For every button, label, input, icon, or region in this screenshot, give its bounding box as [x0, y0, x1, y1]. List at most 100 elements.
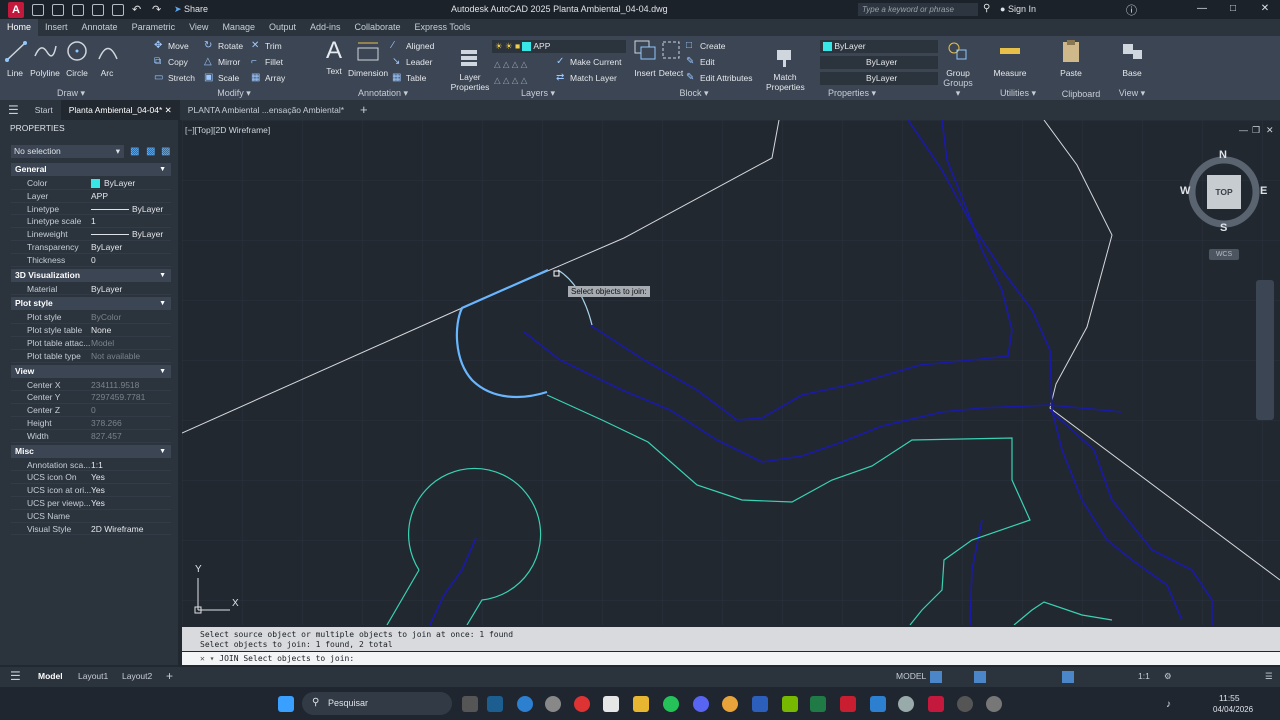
match-layer-tool[interactable]: ⇄ Match Layer — [556, 71, 617, 85]
chrome-icon[interactable] — [722, 696, 738, 712]
dimension-tool[interactable]: Dimension — [348, 38, 388, 78]
polyline-tool[interactable]: Polyline — [29, 38, 61, 78]
property-row[interactable]: Visual Style 2D Wireframe — [11, 523, 171, 536]
array-tool[interactable]: ▦ Array — [251, 71, 285, 85]
annotation-panel-title[interactable]: Annotation ▾ — [320, 88, 446, 99]
property-row[interactable]: Linetype ByLayer — [11, 203, 171, 216]
property-value[interactable]: Model — [91, 337, 114, 350]
wcs-menu[interactable]: WCS — [1209, 249, 1239, 260]
property-value[interactable]: ByLayer — [91, 228, 163, 241]
workspace-gear-icon[interactable]: ⚙ — [1164, 671, 1172, 682]
close-tab-icon[interactable]: ✕ — [165, 105, 172, 115]
property-row[interactable]: Thickness 0 — [11, 254, 171, 267]
collapse-icon[interactable]: ▼ — [159, 163, 166, 176]
property-row[interactable]: Layer APP — [11, 190, 171, 203]
file-explorer-icon[interactable] — [633, 696, 649, 712]
windows-start-icon[interactable] — [278, 696, 294, 712]
discord-icon[interactable] — [693, 696, 709, 712]
taskbar-clock[interactable]: 11:55 — [1219, 693, 1240, 703]
microphone-icon[interactable]: ♪ — [1166, 699, 1171, 710]
property-value[interactable]: ByLayer — [91, 203, 163, 216]
property-row[interactable]: Center Y 7297459.7781 — [11, 391, 171, 405]
copy-tool[interactable]: ⧉ Copy — [154, 55, 188, 69]
app-icon-2[interactable] — [870, 696, 886, 712]
property-value[interactable]: Yes — [91, 497, 105, 510]
selection-dropdown[interactable]: No selection ▾ — [11, 145, 124, 158]
clipboard-panel-title[interactable]: Clipboard — [1052, 89, 1110, 99]
tab-model[interactable]: Model — [38, 671, 63, 681]
collapse-icon[interactable]: ▼ — [159, 365, 166, 378]
property-value[interactable]: Yes — [91, 484, 105, 497]
property-value[interactable]: ByLayer — [91, 241, 122, 254]
base-view-tool[interactable]: Base — [1116, 38, 1148, 78]
open-file-icon[interactable] — [52, 3, 64, 16]
viewport-minimize-icon[interactable]: — — [1239, 125, 1248, 135]
ortho-toggle-icon[interactable] — [974, 671, 986, 683]
close-button[interactable]: ✕ — [1258, 3, 1272, 15]
toggle-pickadd-icon[interactable]: ▩ — [130, 146, 139, 157]
tab-layout2[interactable]: Layout2 — [122, 671, 152, 681]
scale-tool[interactable]: ▣ Scale — [204, 71, 239, 85]
tab-add-ins[interactable]: Add-ins — [303, 19, 348, 36]
measure-tool[interactable]: Measure — [990, 38, 1030, 78]
property-value[interactable]: 234111.9518 — [91, 379, 139, 392]
viewcube-top-face[interactable]: TOP — [1207, 175, 1241, 209]
edit-block-tool[interactable]: ✎ Edit — [686, 55, 715, 69]
compass-west[interactable]: W — [1180, 185, 1190, 197]
excel-icon[interactable] — [810, 696, 826, 712]
share-button[interactable]: ➤ Share — [174, 4, 208, 15]
section-misc[interactable]: Misc ▼ — [11, 444, 171, 458]
property-value[interactable]: 827.457 — [91, 430, 122, 443]
word-icon[interactable] — [752, 696, 768, 712]
taskbar-search[interactable]: ⚲ Pesquisar — [302, 692, 452, 715]
command-menu-icon[interactable]: ✕ ▾ — [200, 654, 214, 663]
tab-view[interactable]: View — [182, 19, 215, 36]
epic-games-icon[interactable] — [462, 696, 478, 712]
section-general[interactable]: General ▼ — [11, 163, 171, 176]
mirror-tool[interactable]: △ Mirror — [204, 55, 240, 69]
property-row[interactable]: Plot table type Not available — [11, 350, 171, 363]
linetype-dropdown[interactable]: ByLayer — [820, 56, 938, 69]
whatsapp-icon[interactable] — [663, 696, 679, 712]
property-value[interactable]: ByLayer — [91, 283, 122, 296]
layer-tools-row-2[interactable]: △ △ △ △ — [494, 73, 527, 87]
property-row[interactable]: Plot table attac... Model — [11, 337, 171, 350]
navigation-bar[interactable] — [1256, 280, 1274, 420]
property-value[interactable]: 0 — [91, 254, 96, 267]
property-row[interactable]: Linetype scale 1 — [11, 215, 171, 229]
property-row[interactable]: Transparency ByLayer — [11, 241, 171, 254]
edge-icon[interactable] — [517, 696, 533, 712]
block-panel-title[interactable]: Block ▾ — [630, 88, 758, 99]
collapse-icon[interactable]: ▼ — [159, 445, 166, 458]
leader-tool[interactable]: ↘ Leader — [392, 55, 432, 69]
help-icon[interactable]: ⓘ — [1126, 2, 1137, 18]
viewport-restore-icon[interactable]: ❐ — [1252, 125, 1260, 136]
property-row[interactable]: UCS per viewp... Yes — [11, 497, 171, 510]
github-icon[interactable] — [957, 696, 973, 712]
drawing-viewport[interactable]: [−][Top][2D Wireframe] Select objects to… — [182, 120, 1280, 625]
section-plot-style[interactable]: Plot style ▼ — [11, 297, 171, 311]
groups-panel-title[interactable]: Groups ▾ — [940, 78, 976, 99]
insert-tool[interactable]: Insert — [632, 38, 658, 78]
layer-dropdown[interactable]: ☀ ☀ ■ APP — [492, 40, 626, 53]
customize-statusbar-icon[interactable]: ☰ — [1265, 671, 1273, 682]
property-value[interactable]: APP — [91, 190, 108, 203]
nvidia-icon[interactable] — [782, 696, 798, 712]
detect-tool[interactable]: Detect — [658, 38, 684, 78]
tab-manage[interactable]: Manage — [215, 19, 262, 36]
property-value[interactable]: 7297459.7781 — [91, 391, 145, 404]
new-tab-icon[interactable]: + — [352, 100, 376, 120]
layers-panel-title[interactable]: Layers ▾ — [448, 88, 628, 99]
view-panel-title[interactable]: View ▾ — [1110, 88, 1154, 99]
tab-start[interactable]: Start — [27, 100, 61, 120]
property-value[interactable]: 1 — [91, 215, 96, 228]
tab-insert[interactable]: Insert — [38, 19, 75, 36]
property-row[interactable]: Material ByLayer — [11, 283, 171, 296]
save-icon[interactable] — [72, 3, 84, 16]
tab-planta-ambiental[interactable]: Planta Ambiental_04-04* ✕ — [60, 100, 180, 120]
model-space-toggle[interactable]: MODEL — [896, 671, 926, 681]
circle-tool[interactable]: Circle — [64, 38, 90, 78]
property-value[interactable]: 2D Wireframe — [91, 523, 143, 536]
property-row[interactable]: Annotation sca... 1:1 — [11, 459, 171, 472]
property-value[interactable]: Not available — [91, 350, 140, 363]
